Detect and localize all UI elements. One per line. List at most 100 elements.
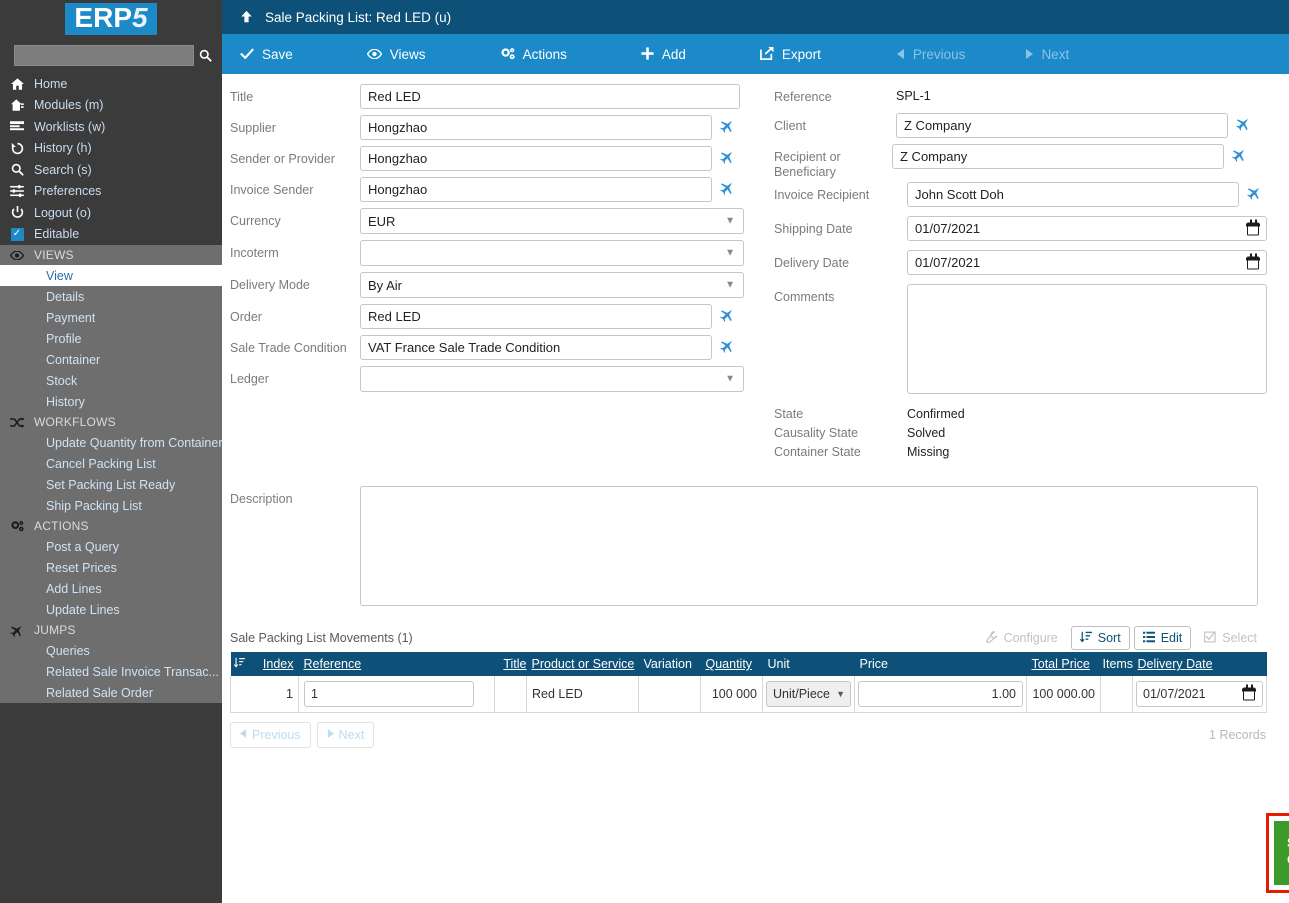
listbox-next-button[interactable]: Next [316, 721, 375, 748]
col-index[interactable]: Index [230, 652, 299, 676]
currency-select[interactable]: EUR [360, 208, 744, 234]
sidebar-item-cancel-packing-list[interactable]: Cancel Packing List [0, 453, 222, 474]
col-label[interactable]: Total Price [1032, 657, 1090, 671]
views-button[interactable]: Views [353, 34, 440, 74]
search-input[interactable] [14, 44, 194, 66]
supplier-input[interactable] [360, 115, 712, 140]
unit-select-wrap: Unit/Piece ▼ [766, 680, 851, 707]
previous-button[interactable]: Previous [883, 34, 980, 74]
unit-select[interactable]: Unit/Piece [766, 680, 851, 707]
comments-textarea[interactable] [907, 284, 1267, 394]
export-button[interactable]: Export [746, 34, 835, 74]
sidebar-item-post-a-query[interactable]: Post a Query [0, 536, 222, 557]
order-input[interactable] [360, 304, 712, 329]
edit-button[interactable]: Edit [1133, 626, 1192, 650]
sidebar-item-reset-prices[interactable]: Reset Prices [0, 557, 222, 578]
arrow-up-icon[interactable] [240, 10, 253, 25]
field-order: Order [230, 304, 762, 329]
sort-button[interactable]: Sort [1070, 626, 1130, 650]
search-icon[interactable] [194, 49, 216, 62]
plane-icon[interactable] [716, 113, 740, 137]
incoterm-select[interactable] [360, 240, 744, 266]
sidebar-item-set-packing-list-ready[interactable]: Set Packing List Ready [0, 474, 222, 495]
sort-label: Sort [1097, 631, 1121, 645]
ledger-select[interactable] [360, 366, 744, 392]
col-product-or-service[interactable]: Product or Service [526, 652, 639, 676]
recipient-input[interactable] [892, 144, 1224, 169]
sidebar-item-details[interactable]: Details [0, 286, 222, 307]
actions-button[interactable]: Actions [486, 34, 581, 74]
sidebar-item-stock[interactable]: Stock [0, 370, 222, 391]
sidebar-item-related-sale-order[interactable]: Related Sale Order [0, 682, 222, 703]
sidebar-item-history-view[interactable]: History [0, 391, 222, 412]
sidebar-item-view[interactable]: View [0, 265, 222, 286]
shipping-date-input[interactable] [907, 216, 1267, 241]
sidebar-item-update-lines[interactable]: Update Lines [0, 599, 222, 620]
delivery-mode-select[interactable]: By Air [360, 272, 744, 298]
invoice-sender-input[interactable] [360, 177, 712, 202]
listbox-previous-button[interactable]: Previous [230, 721, 311, 748]
plane-icon[interactable] [716, 144, 740, 168]
sidebar-item-editable[interactable]: ✓ Editable [0, 224, 222, 246]
plane-icon[interactable] [716, 175, 740, 199]
reference-cell-input[interactable] [304, 680, 474, 707]
plane-icon[interactable] [1243, 180, 1267, 204]
configure-button[interactable]: Configure [977, 626, 1067, 650]
description-textarea[interactable] [360, 486, 1258, 606]
delivery-date-cell-input[interactable] [1136, 680, 1263, 707]
sidebar-item-container[interactable]: Container [0, 349, 222, 370]
sale-trade-condition-input[interactable] [360, 335, 712, 360]
delivery-date-input[interactable] [907, 250, 1267, 275]
client-input[interactable] [896, 113, 1228, 138]
invoice-recipient-input[interactable] [907, 182, 1239, 207]
next-button[interactable]: Next [1011, 34, 1083, 74]
col-label[interactable]: Delivery Date [1138, 657, 1213, 671]
sidebar-item-history[interactable]: History (h) [0, 138, 222, 160]
erp5-logo[interactable]: ERP5 [65, 3, 157, 35]
col-label: Variation [643, 657, 692, 671]
sidebar-item-ship-packing-list[interactable]: Ship Packing List [0, 495, 222, 516]
col-delivery-date[interactable]: Delivery Date [1132, 652, 1267, 676]
col-label[interactable]: Quantity [706, 657, 753, 671]
sidebar-item-payment[interactable]: Payment [0, 307, 222, 328]
col-total-price[interactable]: Total Price [1026, 652, 1101, 676]
sidebar-item-search[interactable]: Search (s) [0, 159, 222, 181]
field-label: Description [230, 492, 293, 506]
col-label[interactable]: Reference [304, 657, 362, 671]
page-title: Sale Packing List: Red LED (u) [265, 9, 452, 25]
sidebar-item-preferences[interactable]: Preferences [0, 181, 222, 203]
col-label[interactable]: Title [503, 657, 526, 671]
sidebar-item-profile[interactable]: Profile [0, 328, 222, 349]
field-causality-state: Causality State Solved [774, 426, 1289, 441]
field-label: Reference [774, 90, 832, 104]
col-title[interactable]: Title [494, 652, 527, 676]
sidebar-item-worklists[interactable]: Worklists (w) [0, 116, 222, 138]
field-reference: Reference SPL-1 [774, 84, 1289, 105]
checkbox-checked-icon[interactable]: ✓ [0, 227, 34, 241]
save-button[interactable]: Save [222, 34, 307, 74]
col-reference[interactable]: Reference [298, 652, 495, 676]
col-label[interactable]: Index [263, 657, 294, 671]
price-cell-input[interactable] [858, 680, 1023, 707]
sender-input[interactable] [360, 146, 712, 171]
edit-label: Edit [1160, 631, 1183, 645]
sidebar-item-update-quantity-from-container[interactable]: Update Quantity from Container [0, 432, 222, 453]
sidebar-item-home[interactable]: Home [0, 73, 222, 95]
title-input[interactable] [360, 84, 740, 109]
plane-icon[interactable] [1232, 111, 1256, 135]
col-quantity[interactable]: Quantity [700, 652, 763, 676]
add-button[interactable]: Add [627, 34, 700, 74]
plane-icon[interactable] [716, 333, 740, 357]
notification-message[interactable]: Sale Packing List related to Sale Order … [1274, 821, 1289, 885]
plane-icon[interactable] [716, 302, 740, 326]
col-label: Items [1102, 657, 1134, 671]
select-button[interactable]: Select [1195, 626, 1266, 650]
col-label[interactable]: Product or Service [532, 657, 635, 671]
sidebar-item-related-sale-invoice-transaction[interactable]: Related Sale Invoice Transac... [0, 661, 222, 682]
sidebar-item-add-lines[interactable]: Add Lines [0, 578, 222, 599]
sidebar-item-logout[interactable]: Logout (o) [0, 202, 222, 224]
sidebar-item-queries[interactable]: Queries [0, 640, 222, 661]
sidebar-item-modules[interactable]: Modules (m) [0, 95, 222, 117]
sidebar-section-jumps: JUMPS [0, 620, 222, 640]
plane-icon[interactable] [1228, 142, 1252, 166]
